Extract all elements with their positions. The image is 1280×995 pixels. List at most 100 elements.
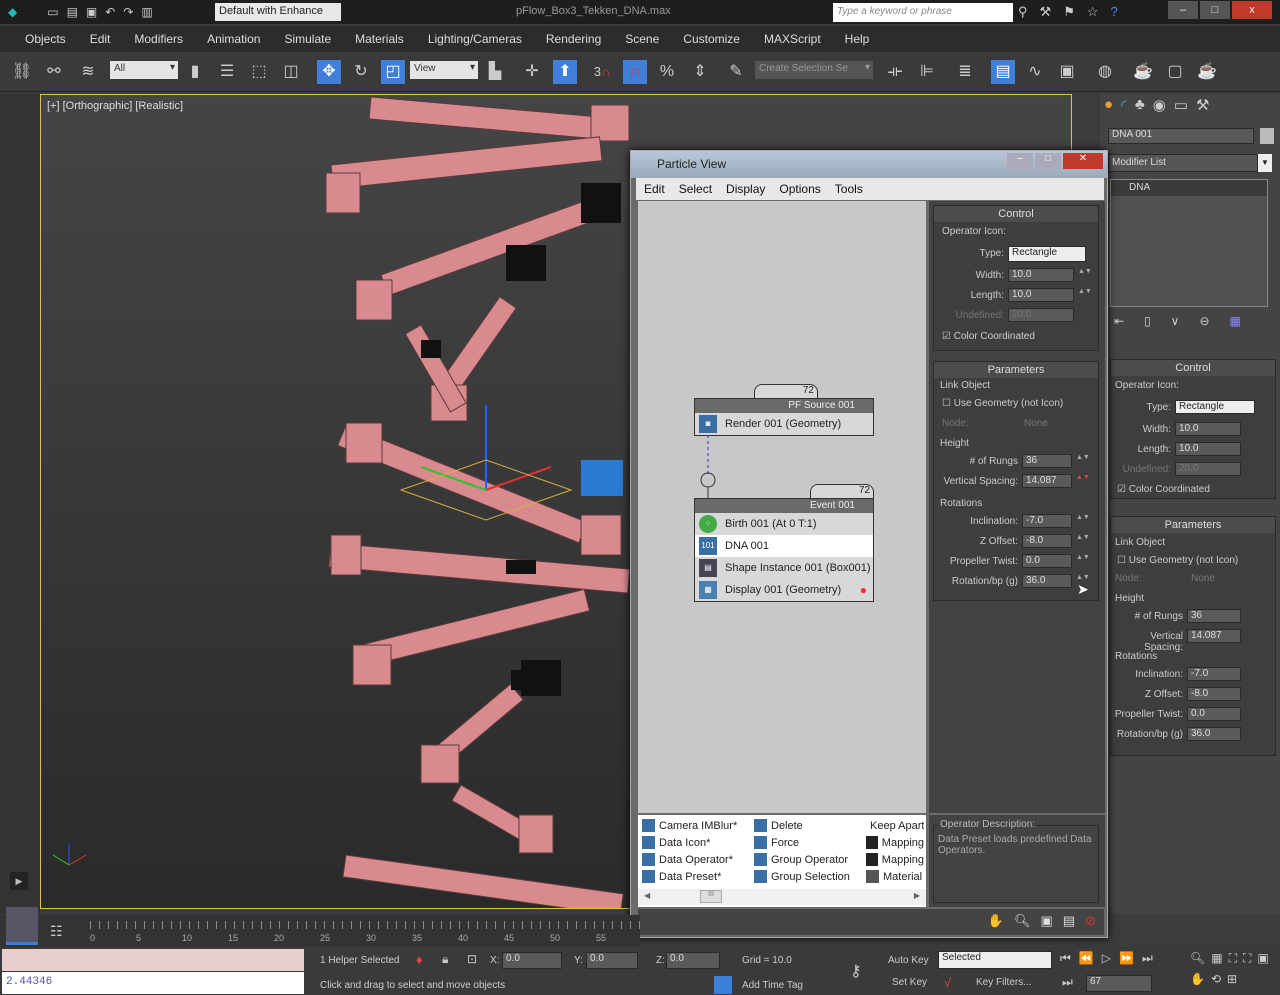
absolute-mode-icon[interactable]: ⊡ [467,952,477,966]
object-color-swatch[interactable] [1260,128,1274,144]
timeline[interactable]: ☷ 0 5 10 15 20 25 30 35 40 45 50 55 [0,907,640,947]
create-tab-icon[interactable]: ● [1104,96,1113,114]
color-coordinated-checkbox[interactable]: ☑ Color Coordinated [1117,484,1210,495]
curve-editor-icon[interactable]: ∿ [1023,60,1047,84]
percent-snap-icon[interactable]: % [655,60,679,84]
depot-item[interactable]: Group Operator [754,853,862,866]
vertical-spacing-field[interactable]: 14.087 [1187,629,1241,643]
project-folder-icon[interactable]: ▥ [141,5,152,19]
maxscript-listener-output[interactable]: 2.44346 [2,972,304,994]
current-frame-field[interactable]: 67 [1086,975,1152,992]
schematic-view-icon[interactable]: ▣ [1055,60,1079,84]
propeller-twist-field[interactable]: 0.0 [1187,707,1241,721]
render-production-icon[interactable]: ☕ [1195,60,1219,84]
propeller-twist-field[interactable]: 0.0 [1022,554,1072,568]
depot-item[interactable]: Data Icon* [642,836,750,849]
menu-lighting-cameras[interactable]: Lighting/Cameras [428,32,522,46]
parameters-rollout-header[interactable]: Parameters [1111,517,1275,533]
maxscript-listener-top[interactable] [2,949,304,971]
zoom-all-icon[interactable]: ▦ [1211,951,1222,966]
width-field[interactable]: 10.0 [1008,268,1074,282]
selection-filter-dropdown[interactable]: All [110,61,178,79]
zoom-extents-all-icon[interactable]: ⛶ [1243,951,1251,966]
pin-stack-icon[interactable]: ⇤ [1114,314,1124,328]
undo-icon[interactable]: ↶ [105,5,115,19]
no-zoom-icon[interactable]: ⊘ [1085,913,1096,929]
depot-item[interactable]: Keep Apart [866,819,924,832]
pf-source-node[interactable]: PF Source 001 ◙ Render 001 (Geometry) [694,398,874,436]
hierarchy-tab-icon[interactable]: ♣ [1135,96,1145,114]
app-logo-icon[interactable]: ◆ [8,5,17,19]
zoom-extents-icon[interactable]: ⛶ [1229,951,1237,966]
key-filters-button[interactable]: Key Filters... [976,977,1032,988]
length-spinner[interactable]: ▲▼ [1078,288,1092,302]
use-geometry-checkbox[interactable]: ☐ Use Geometry (not Icon) [1117,555,1238,566]
previous-frame-icon[interactable]: ⏪ [1079,951,1094,966]
z-coordinate-field[interactable]: 0.0 [666,952,720,969]
depot-item[interactable]: Material [866,870,924,883]
named-selection-dropdown[interactable]: Create Selection Se [755,61,873,79]
pv-menu-select[interactable]: Select [679,182,712,196]
add-time-tag-button[interactable]: Add Time Tag [742,980,803,991]
event-node[interactable]: Event 001 ⁘ Birth 001 (At 0 T:1) 101 DNA 0… [694,498,874,602]
layer-manager-icon[interactable]: ≣ [953,60,977,84]
depot-horizontal-scrollbar[interactable]: ◀ III ▶ [638,889,926,905]
event-display[interactable]: 72 PF Source 001 ◙ Render 001 (Geometry) … [638,201,926,813]
menu-maxscript[interactable]: MAXScript [764,32,821,46]
scroll-left-icon[interactable]: ◀ [644,891,650,900]
open-file-icon[interactable]: ▤ [67,5,78,19]
node-operator-row[interactable]: ▤ Shape Instance 001 (Box001) [695,557,873,579]
z-offset-field[interactable]: -8.0 [1187,687,1241,701]
chevron-down-icon[interactable]: ▼ [1258,154,1272,172]
go-to-end-icon[interactable]: ⏭ [1142,951,1153,966]
pv-menu-edit[interactable]: Edit [644,182,665,196]
display-color-dot[interactable]: ● [860,583,867,597]
menu-animation[interactable]: Animation [207,32,260,46]
pv-parameters-header[interactable]: Parameters [934,362,1098,378]
scrollbar-thumb[interactable]: III [700,890,722,903]
event-title[interactable]: Event 001 [695,499,873,513]
zoom-icon[interactable]: 🔍︎ [1014,913,1031,929]
mini-curve-editor-icon[interactable]: ☷ [50,923,63,940]
color-coordinated-checkbox[interactable]: ☑ Color Coordinated [942,331,1035,342]
pv-control-header[interactable]: Control [934,206,1098,222]
select-by-name-icon[interactable]: ☰ [215,60,239,84]
scroll-right-icon[interactable]: ▶ [914,891,920,900]
menu-scene[interactable]: Scene [625,32,659,46]
pv-close-button[interactable]: ✕ [1063,153,1103,169]
propeller-twist-spinner[interactable]: ▲▼ [1076,554,1090,568]
pv-minimize-button[interactable]: – [1007,153,1033,169]
modifier-list-dropdown[interactable]: Modifier List [1108,154,1258,172]
rotation-bp-field[interactable]: 36.0 [1022,574,1072,588]
node-pick-button[interactable]: None [1024,418,1048,429]
pivot-center-icon[interactable]: ▙ [483,60,507,84]
reference-coordinate-dropdown[interactable]: View [410,61,478,79]
rectangular-selection-icon[interactable]: ⬚ [247,60,271,84]
z-offset-field[interactable]: -8.0 [1022,534,1072,548]
key-mode-dropdown[interactable]: Selected [938,951,1052,969]
link-icon[interactable]: ⛓ [10,60,34,84]
node-operator-row[interactable]: ▦ Display 001 (Geometry) ● [695,579,873,601]
x-coordinate-field[interactable]: 0.0 [502,952,562,969]
lock-selection-icon[interactable]: 🔒︎ [442,952,448,967]
inclination-field[interactable]: -7.0 [1187,667,1241,681]
search-input[interactable]: Type a keyword or phrase [833,3,1013,22]
stack-item-dna[interactable]: DNA [1111,180,1267,196]
next-frame-icon[interactable]: ⏩ [1119,951,1134,966]
remove-modifier-icon[interactable]: ⊖ [1199,314,1209,328]
depot-item[interactable]: Data Preset* [642,870,750,883]
bind-space-warp-icon[interactable]: ≋ [76,60,100,84]
set-keys-icon[interactable]: √ [944,975,951,990]
menu-customize[interactable]: Customize [683,32,740,46]
menu-simulate[interactable]: Simulate [284,32,331,46]
node-operator-row[interactable]: ⁘ Birth 001 (At 0 T:1) [695,513,873,535]
workspace-dropdown[interactable]: Default with Enhance [215,3,341,21]
edit-named-selection-icon[interactable]: ✎ [724,60,748,84]
type-dropdown[interactable]: Rectangle [1175,400,1255,414]
pan-hand-icon[interactable]: ✋ [988,913,1004,929]
new-file-icon[interactable]: ▭ [47,5,58,19]
spinner-snap-icon[interactable]: ⇕ [688,60,712,84]
menu-objects[interactable]: Objects [25,32,66,46]
node-pick-button[interactable]: None [1191,573,1215,584]
node-operator-row[interactable]: 101 DNA 001 [695,535,873,557]
